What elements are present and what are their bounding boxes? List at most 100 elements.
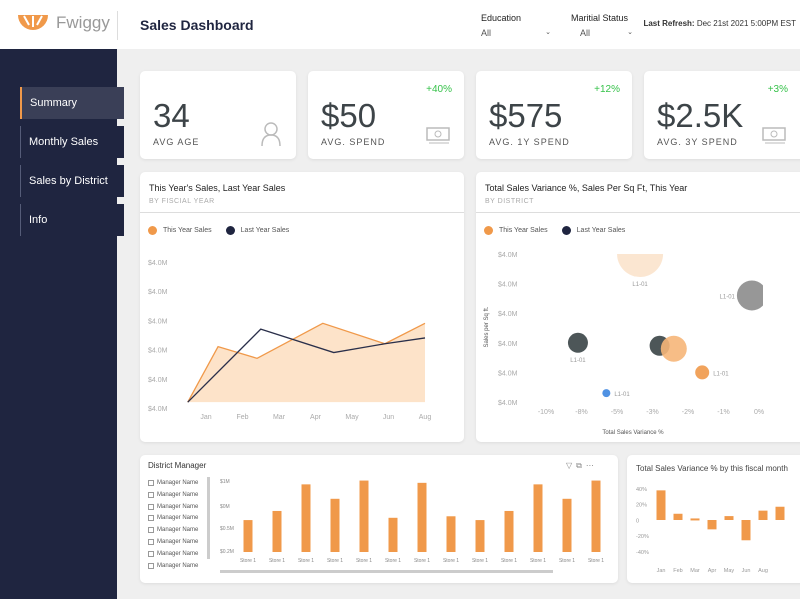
kpi-change: +3% xyxy=(767,84,788,95)
x-tick-label: Jan xyxy=(200,414,211,421)
bubbles xyxy=(567,254,763,398)
kpi-value: $575 xyxy=(489,97,563,134)
district-scatter-card: Total Sales Variance %, Sales Per Sq Ft,… xyxy=(476,172,800,442)
marital-status-filter[interactable]: Maritial Status All ⌄ xyxy=(571,13,633,38)
filter-value: All xyxy=(481,28,492,38)
x-tick-label: Apr xyxy=(310,414,322,421)
x-tick-label: 0% xyxy=(754,409,764,416)
x-tick-label: Store 1 xyxy=(269,558,285,564)
x-tick-label: Mar xyxy=(273,414,286,421)
bar xyxy=(330,498,340,552)
bar xyxy=(775,506,785,520)
bubble xyxy=(602,389,611,398)
x-tick-label: Store 1 xyxy=(356,558,372,564)
y-tick-label: $1M xyxy=(220,479,230,485)
sidebar-item-info[interactable]: Info xyxy=(20,204,124,236)
bar xyxy=(504,510,514,552)
bubble xyxy=(736,280,763,311)
bar xyxy=(301,484,311,552)
y-tick-label: $0M xyxy=(220,504,230,510)
x-tick-label: Store 1 xyxy=(385,558,401,564)
kpi-change: +40% xyxy=(426,84,452,95)
sidebar-item-label: Summary xyxy=(30,97,78,109)
y-tick-label: $4.0M xyxy=(148,377,168,384)
bubble-label: L1-01 xyxy=(570,358,586,364)
bubble xyxy=(567,332,588,353)
sidebar-item-monthly-sales[interactable]: Monthly Sales xyxy=(20,126,124,158)
sidebar-item-label: Monthly Sales xyxy=(29,136,99,148)
refresh-value: Dec 21st 2021 5:00PM EST xyxy=(696,19,796,28)
bar xyxy=(758,510,768,520)
horizontal-scrollbar[interactable] xyxy=(220,570,553,573)
x-axis-label: Total Sales Variance % xyxy=(602,430,664,436)
bar xyxy=(475,520,485,552)
x-tick-label: Store 1 xyxy=(559,558,575,564)
sidebar-item-label: Info xyxy=(29,214,48,226)
chevron-down-icon: ⌄ xyxy=(627,29,633,36)
bar xyxy=(417,482,427,552)
x-tick-label: -5% xyxy=(611,409,623,416)
y-tick-label: $4.0M xyxy=(148,406,168,413)
y-tick-label: 20% xyxy=(636,503,647,509)
bubble xyxy=(617,254,664,277)
kpi-label: AVG. SPEND xyxy=(321,137,386,147)
y-tick-label: $4.0M xyxy=(498,370,518,377)
kpi-label: AVG AGE xyxy=(153,137,200,147)
person-icon xyxy=(261,122,281,147)
sidebar-item-sales-by-district[interactable]: Sales by District xyxy=(20,165,124,197)
x-tick-label: May xyxy=(724,568,735,574)
x-tick-label: Store 1 xyxy=(443,558,459,564)
y-tick-label: $4.0M xyxy=(148,348,168,355)
y-tick-label: $4.0M xyxy=(498,311,518,318)
scatter-chart: $4.0M $4.0M $4.0M $4.0M $4.0M $4.0M -10% -8% -5%… xyxy=(484,252,764,436)
divider xyxy=(117,11,118,40)
monthly-variance-card: Total Sales Variance % by this fiscal mo… xyxy=(627,455,800,583)
bar xyxy=(591,480,601,552)
y-tick-label: 40% xyxy=(636,487,647,493)
y-tick-label: -20% xyxy=(636,534,649,540)
x-tick-label: Aug xyxy=(419,414,432,421)
bubble-label: L1-01 xyxy=(720,294,736,300)
bar xyxy=(673,513,683,520)
kpi-value: 34 xyxy=(153,97,190,134)
y-tick-label: -40% xyxy=(636,550,649,556)
bar xyxy=(741,520,751,541)
kpi-card-avg-1y-spend: +12% $575 AVG. 1Y SPEND xyxy=(476,71,632,159)
x-tick-label: -2% xyxy=(682,409,694,416)
top-bar: Fwiggy Sales Dashboard Education All ⌄ Ma… xyxy=(0,0,800,49)
x-tick-label: -8% xyxy=(575,409,587,416)
district-bar-chart: $1M $0M $0.5M $0.2M Store 1 Store 1 Store 1 Sto… xyxy=(220,479,604,564)
bar xyxy=(707,520,717,530)
y-axis-label: Sales per Sq ft. xyxy=(484,306,490,347)
bar xyxy=(446,516,456,552)
x-tick-label: Store 1 xyxy=(501,558,517,564)
education-filter[interactable]: Education All ⌄ xyxy=(481,13,551,38)
last-refresh: Last Refresh: Dec 21st 2021 5:00PM EST xyxy=(643,19,796,28)
x-tick-label: -3% xyxy=(646,409,658,416)
x-tick-label: Store 1 xyxy=(327,558,343,564)
kpi-value: $2.5K xyxy=(657,97,744,134)
y-tick-label: $4.0M xyxy=(148,260,168,267)
y-tick-label: $4.0M xyxy=(498,252,518,259)
y-tick-label: $4.0M xyxy=(498,341,518,348)
bar xyxy=(690,518,700,521)
money-icon xyxy=(426,127,450,144)
filter-label: Education xyxy=(481,13,522,23)
sidebar-item-summary[interactable]: Summary xyxy=(20,87,124,119)
filter-value: All xyxy=(580,28,591,38)
bubble xyxy=(660,335,687,362)
bar xyxy=(724,516,734,520)
refresh-label: Last Refresh: xyxy=(643,19,695,28)
bar xyxy=(272,510,282,552)
y-tick-label: $0.2M xyxy=(220,549,234,555)
x-tick-label: Store 1 xyxy=(240,558,256,564)
x-tick-label: -10% xyxy=(538,409,554,416)
x-tick-label: -1% xyxy=(717,409,729,416)
bubble xyxy=(695,365,710,380)
line-chart: $4.0M $4.0M $4.0M $4.0M $4.0M $4.0M Jan Feb Mar A… xyxy=(148,260,432,421)
kpi-card-avg-3y-spend: +3% $2.5K AVG. 3Y SPEND xyxy=(644,71,800,159)
x-tick-label: Aug xyxy=(758,568,768,574)
brand-name: Fwiggy xyxy=(56,13,110,32)
kpi-label: AVG. 3Y SPEND xyxy=(657,137,738,147)
x-tick-label: Store 1 xyxy=(588,558,604,564)
